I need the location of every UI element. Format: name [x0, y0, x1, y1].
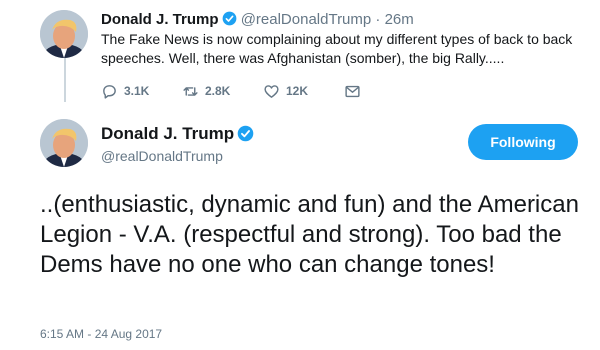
tweet-timestamp[interactable]: 6:15 AM - 24 Aug 2017 — [40, 326, 162, 342]
verified-badge-icon — [222, 11, 237, 26]
envelope-icon — [345, 85, 360, 97]
author-name-row: Donald J. Trump — [101, 123, 254, 144]
following-button[interactable]: Following — [468, 124, 578, 160]
tweet-time[interactable]: 26m — [385, 11, 414, 28]
parent-tweet-header: Donald J. Trump @realDonaldTrump · 26m — [101, 10, 414, 29]
reply-count: 3.1K — [124, 84, 150, 98]
avatar[interactable] — [40, 10, 88, 58]
verified-badge-icon — [237, 125, 254, 142]
avatar-portrait-icon — [40, 10, 88, 58]
author-handle[interactable]: @realDonaldTrump — [241, 11, 372, 28]
avatar-portrait-icon — [40, 119, 88, 167]
tweet-actions: 3.1K 2.8K 12K — [101, 81, 397, 101]
parent-tweet-text: The Fake News is now complaining about m… — [101, 31, 573, 66]
direct-message-button[interactable] — [344, 83, 367, 100]
like-count: 12K — [286, 84, 309, 98]
retweet-icon — [183, 86, 198, 96]
retweet-count: 2.8K — [205, 84, 231, 98]
author-name[interactable]: Donald J. Trump — [101, 11, 219, 28]
author-name[interactable]: Donald J. Trump — [101, 124, 234, 143]
thread-connector-line — [64, 58, 66, 102]
main-tweet-text: ..(enthusiastic, dynamic and fun) and th… — [40, 191, 579, 278]
author-handle[interactable]: @realDonaldTrump — [101, 147, 223, 165]
avatar[interactable] — [40, 119, 88, 167]
reply-icon — [103, 84, 116, 99]
header-separator: · — [375, 11, 381, 28]
reply-button[interactable]: 3.1K — [101, 83, 152, 100]
like-button[interactable]: 12K — [263, 83, 314, 100]
retweet-button[interactable]: 2.8K — [182, 83, 233, 100]
heart-icon — [264, 84, 279, 98]
